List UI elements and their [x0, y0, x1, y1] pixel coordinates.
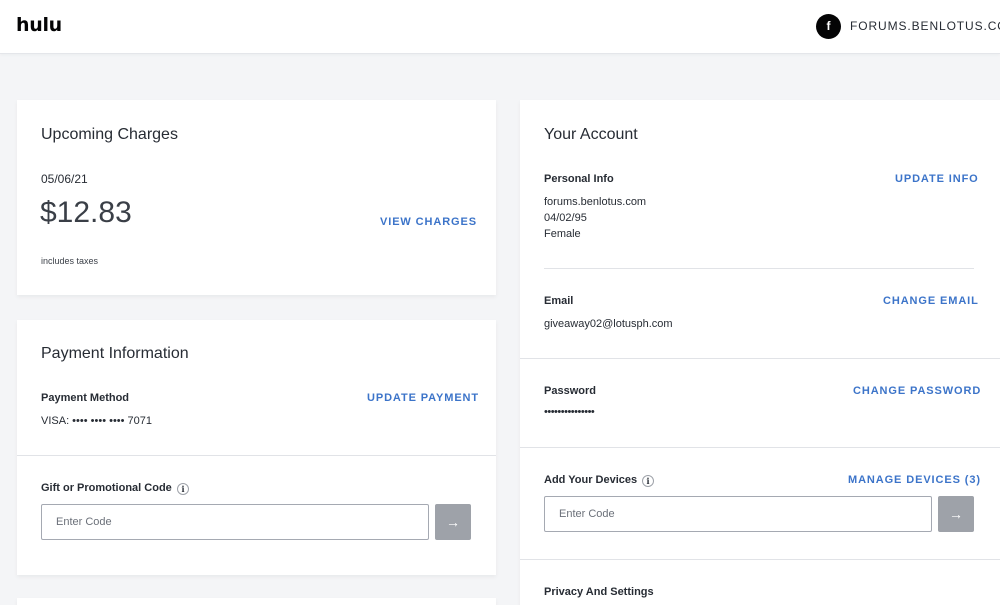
personal-info-gender: Female [544, 228, 581, 240]
devices-label: Add Your Devices [544, 474, 638, 486]
password-label: Password [544, 385, 596, 397]
device-code-input[interactable] [544, 496, 932, 532]
view-charges-link[interactable]: VIEW CHARGES [380, 216, 477, 228]
profile-avatar[interactable]: f [816, 14, 841, 39]
hulu-logo[interactable]: hulu [16, 14, 62, 36]
device-code-submit-button[interactable]: → [938, 496, 974, 532]
devices-divider [520, 559, 1000, 560]
email-label: Email [544, 295, 574, 307]
email-divider [520, 358, 1000, 359]
gift-code-info-icon[interactable]: i [177, 483, 189, 495]
arrow-right-icon: → [446, 514, 460, 530]
password-value: ••••••••••••••• [544, 406, 595, 418]
your-account-title: Your Account [544, 126, 638, 143]
upcoming-charges-title: Upcoming Charges [41, 126, 178, 143]
personal-info-dob: 04/02/95 [544, 212, 587, 224]
payment-information-card: Payment Information Payment Method VISA:… [17, 320, 496, 575]
change-password-link[interactable]: CHANGE PASSWORD [853, 385, 981, 397]
privacy-settings-label: Privacy And Settings [544, 586, 654, 598]
personal-info-label: Personal Info [544, 173, 614, 185]
email-value: giveaway02@lotusph.com [544, 318, 673, 330]
payment-method-label: Payment Method [41, 392, 130, 404]
payment-information-title: Payment Information [41, 345, 189, 362]
gift-code-label: Gift or Promotional Code [41, 482, 172, 494]
personal-info-name: forums.benlotus.com [544, 196, 647, 208]
update-info-link[interactable]: UPDATE INFO [895, 173, 979, 185]
devices-info-icon[interactable]: i [642, 475, 654, 487]
charge-amount: $12.83 [40, 196, 132, 229]
arrow-right-icon: → [949, 506, 963, 522]
top-header: hulu f FORUMS.BENLOTUS.COM [0, 0, 1000, 54]
tax-note: includes taxes [41, 256, 99, 266]
payment-method-value: VISA: •••• •••• •••• 7071 [41, 415, 153, 427]
password-divider [520, 447, 1000, 448]
profile-username[interactable]: FORUMS.BENLOTUS.COM [850, 19, 1000, 33]
upcoming-charges-card: Upcoming Charges 05/06/21 $12.83 include… [17, 100, 496, 295]
next-left-card [17, 598, 496, 605]
change-email-link[interactable]: CHANGE EMAIL [883, 295, 979, 307]
update-payment-link[interactable]: UPDATE PAYMENT [367, 392, 479, 404]
charge-date: 05/06/21 [41, 172, 88, 186]
manage-devices-link[interactable]: MANAGE DEVICES (3) [848, 474, 981, 486]
payment-divider [17, 455, 496, 456]
gift-code-input[interactable] [41, 504, 429, 540]
your-account-card: Your Account Personal Info UPDATE INFO f… [520, 100, 1000, 605]
gift-code-submit-button[interactable]: → [435, 504, 471, 540]
personal-info-divider [544, 268, 974, 269]
